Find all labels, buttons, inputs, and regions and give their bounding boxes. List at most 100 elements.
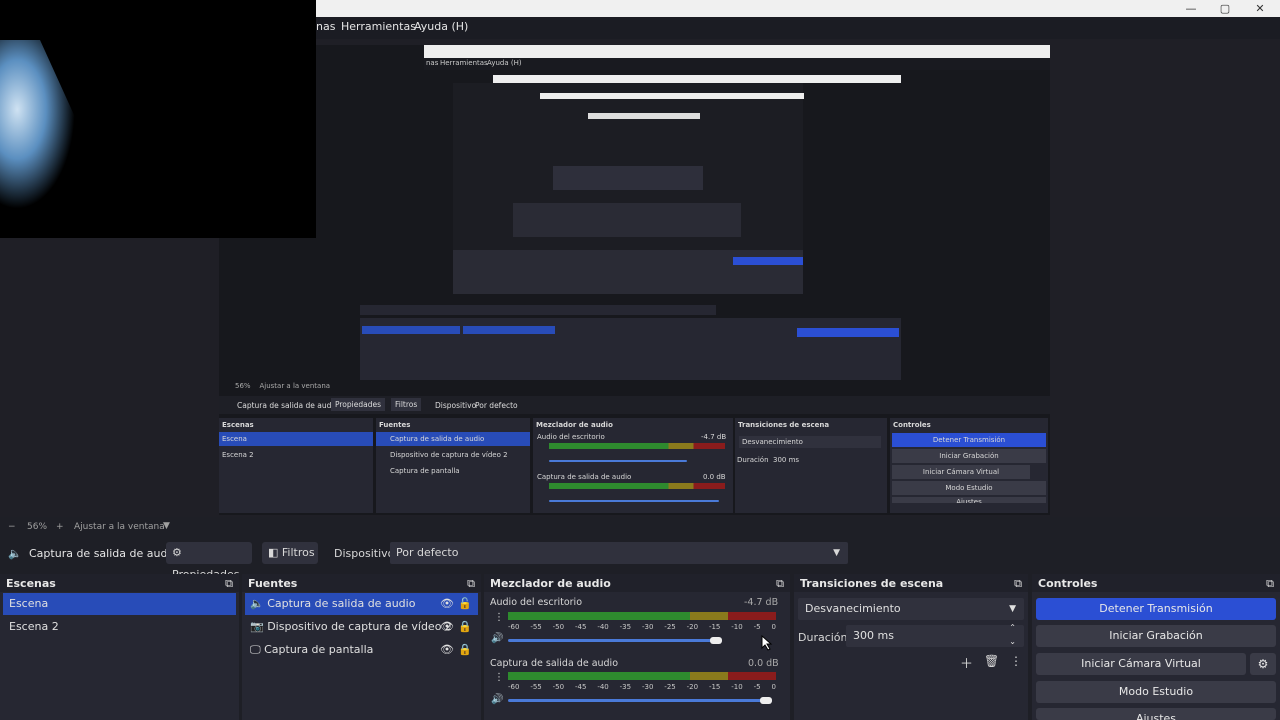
trash-icon[interactable]: 🗑 [984, 654, 999, 668]
audio-mixer-dock: Mezclador de audio ⧉ Audio del escritorio… [484, 574, 790, 720]
volume-slider-handle[interactable] [710, 637, 722, 644]
nested-zoombar: 56% Ajustar a la ventana [219, 382, 1050, 394]
nested-stop-stream: Detener Transmisión [892, 433, 1046, 447]
device-select[interactable]: Por defecto ▼ [390, 542, 848, 564]
webcam-image [0, 0, 316, 238]
undock-icon[interactable]: ⧉ [1014, 577, 1022, 591]
settings-button[interactable]: Ajustes [1036, 708, 1276, 720]
speaker-icon[interactable]: 🔊 [491, 633, 503, 644]
scene-item[interactable]: Escena [3, 593, 236, 615]
channel-menu-icon[interactable]: ⋮ [494, 612, 504, 623]
lock-icon[interactable]: 🔒 [458, 616, 472, 638]
chevron-down-icon: ▼ [833, 548, 840, 558]
meter-scale: -60 -55 -50 -45 -40 -35 -30 -25 -20 -15 -10 -5 0 [508, 623, 776, 631]
channel-db: 0.0 dB [748, 658, 779, 669]
channel-db: -4.7 dB [744, 597, 779, 608]
zoom-dropdown-icon[interactable]: ▼ [163, 521, 170, 531]
webcam-overlay [0, 0, 316, 238]
filters-button[interactable]: ◧ Filtros [262, 542, 318, 564]
nested-2-stop-stream [733, 257, 803, 265]
meter-scale: -60 -55 -50 -45 -40 -35 -30 -25 -20 -15 -10 -5 0 [508, 683, 776, 691]
zoom-bar: − 56% + Ajustar a la ventana ▼ [0, 519, 1280, 537]
eye-icon[interactable]: 👁 [440, 616, 454, 638]
source-item[interactable]: 🖵 Captura de pantalla 👁 🔒 [245, 639, 478, 661]
nested-1-propbar [360, 305, 716, 315]
close-button[interactable]: ✕ [1243, 0, 1277, 17]
properties-button[interactable]: ⚙ Propiedades [166, 542, 252, 581]
mixer-title: Mezclador de audio ⧉ [484, 574, 790, 592]
nested-slider-1 [549, 460, 687, 462]
menu-help[interactable]: Ayuda (H) [414, 20, 468, 33]
zoom-level: 56% [27, 522, 48, 532]
channel-name: Audio del escritorio [490, 597, 583, 608]
nested-device-label: Dispositivo [435, 401, 477, 410]
lock-icon[interactable]: 🔒 [458, 639, 472, 661]
gear-icon: ⚙ [172, 546, 182, 559]
add-icon[interactable]: ＋ [960, 653, 973, 672]
zoom-in-button[interactable]: + [56, 522, 64, 532]
nested-source-2: Dispositivo de captura de vídeo 2 [390, 451, 508, 459]
device-value: Por defecto [396, 546, 459, 559]
eye-icon[interactable]: 👁 [440, 639, 454, 661]
start-virtual-camera-button[interactable]: Iniciar Cámara Virtual [1036, 653, 1246, 675]
start-recording-button[interactable]: Iniciar Grabación [1036, 625, 1276, 647]
nested-sources-title: Fuentes [379, 421, 411, 429]
nested-slider-2 [549, 500, 719, 502]
duration-input[interactable]: 300 ms ⌃ ⌄ [846, 623, 1024, 647]
fit-to-window[interactable]: Ajustar a la ventana [74, 522, 165, 532]
undock-icon[interactable]: ⧉ [776, 577, 784, 591]
channel-menu-icon[interactable]: ⋮ [494, 672, 504, 683]
source-label: Captura de pantalla [264, 643, 374, 656]
nested-desktop-db: -4.7 dB [701, 433, 727, 441]
nested-output-audio: Captura de salida de audio [537, 473, 632, 481]
studio-mode-button[interactable]: Modo Estudio [1036, 681, 1276, 703]
unlock-icon[interactable]: 🔓 [458, 593, 472, 615]
nested-scene-2: Escena 2 [222, 451, 254, 459]
volume-slider[interactable] [508, 699, 772, 702]
nested-transitions-dock: Transiciones de escena Desvanecimiento D… [735, 418, 887, 513]
menu-tools[interactable]: Herramientas [341, 20, 416, 33]
nested-title-bar [424, 45, 1050, 58]
volume-slider-handle[interactable] [760, 697, 772, 704]
undock-icon[interactable]: ⧉ [1266, 577, 1274, 591]
volume-slider[interactable] [508, 639, 718, 642]
chevron-down-icon: ▼ [1009, 604, 1016, 614]
undock-icon[interactable]: ⧉ [225, 577, 233, 591]
monitor-icon: 🖵 [250, 643, 261, 656]
zoom-out-button[interactable]: − [8, 522, 16, 532]
source-label: Dispositivo de captura de vídeo 2 [267, 620, 452, 633]
transition-select[interactable]: Desvanecimiento ▼ [798, 598, 1024, 620]
nested-1-source-selected [463, 326, 555, 334]
speaker-icon[interactable]: 🔊 [491, 694, 503, 705]
nested-3-title-bar [540, 93, 804, 99]
source-item[interactable]: 📷 Dispositivo de captura de vídeo 2 👁 🔒 [245, 616, 478, 638]
selected-source-name: Captura de salida de audio [29, 547, 178, 560]
stop-streaming-button[interactable]: Detener Transmisión [1036, 598, 1276, 620]
spinner-icon[interactable]: ⌃ ⌄ [1009, 621, 1016, 649]
nested-zoom: 56% [235, 382, 251, 390]
more-icon[interactable]: ⋮ [1010, 654, 1022, 668]
menu-partial[interactable]: nas [316, 20, 335, 33]
maximize-button[interactable]: ▢ [1208, 0, 1242, 17]
sources-dock: Fuentes ⧉ 🔈 Captura de salida de audio 👁 … [242, 574, 481, 720]
controls-title: Controles ⧉ [1032, 574, 1280, 592]
speaker-icon: 🔈 [250, 597, 264, 610]
volume-meter [508, 672, 776, 680]
sources-title: Fuentes ⧉ [242, 574, 481, 592]
controls-dock: Controles ⧉ Detener Transmisión Iniciar G… [1032, 574, 1280, 720]
nested-mixer-title: Mezclador de audio [536, 421, 613, 429]
nested-source-name: Captura de salida de audio [237, 401, 339, 410]
nested-scene-1: Escena [219, 432, 373, 446]
duration-value: 300 ms [853, 629, 894, 642]
speaker-icon: 🔈 [8, 547, 22, 560]
virtual-camera-settings-gear-icon[interactable]: ⚙ [1250, 653, 1276, 675]
nested-desktop-audio: Audio del escritorio [537, 433, 605, 441]
source-item[interactable]: 🔈 Captura de salida de audio 👁 🔓 [245, 593, 478, 615]
minimize-button[interactable]: — [1174, 0, 1208, 17]
nested-start-record: Iniciar Grabación [892, 449, 1046, 463]
eye-icon[interactable]: 👁 [440, 593, 454, 615]
nested-properties: Propiedades [331, 398, 385, 411]
undock-icon[interactable]: ⧉ [467, 577, 475, 591]
scene-item[interactable]: Escena 2 [3, 616, 236, 638]
device-label: Dispositivo [334, 547, 395, 560]
